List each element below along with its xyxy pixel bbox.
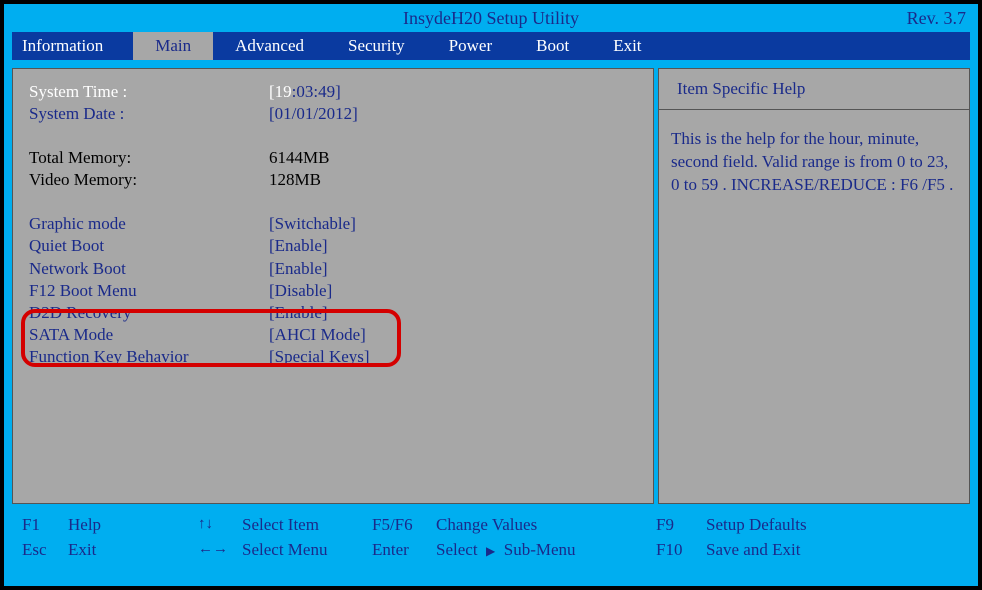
system-time-label: System Time :	[29, 81, 269, 103]
d2d-recovery-value[interactable]: [Enable]	[269, 302, 328, 324]
hint-save-exit: Save and Exit	[706, 540, 800, 560]
tab-security[interactable]: Security	[326, 32, 427, 60]
hint-change-values: Change Values	[436, 515, 656, 535]
title-bar: InsydeH20 Setup Utility Rev. 3.7	[4, 4, 978, 32]
hint-setup-defaults: Setup Defaults	[706, 515, 807, 535]
hint-exit: Exit	[68, 540, 198, 560]
network-boot-value[interactable]: [Enable]	[269, 258, 328, 280]
hint-help: Help	[68, 515, 198, 535]
tab-power[interactable]: Power	[427, 32, 514, 60]
triangle-right-icon: ▶	[486, 544, 495, 558]
f12-boot-menu-label: F12 Boot Menu	[29, 280, 269, 302]
tab-advanced[interactable]: Advanced	[213, 32, 326, 60]
system-time-value[interactable]: [19:03:49]	[269, 81, 341, 103]
updown-arrows-icon: ↑↓	[198, 516, 242, 533]
menu-bar: Information Main Advanced Security Power…	[12, 32, 970, 60]
hint-select-item: Select Item	[242, 515, 372, 535]
graphic-mode-label: Graphic mode	[29, 213, 269, 235]
settings-panel: System Time : [19:03:49] System Date : […	[12, 68, 654, 504]
system-date-value[interactable]: [01/01/2012]	[269, 103, 358, 125]
sata-mode-label: SATA Mode	[29, 324, 269, 346]
function-key-behavior-label: Function Key Behavior	[29, 346, 269, 368]
hint-key-f1: F1	[12, 515, 68, 535]
hint-key-f9: F9	[656, 515, 706, 535]
hint-select-menu: Select Menu	[242, 540, 372, 560]
sata-mode-value[interactable]: [AHCI Mode]	[269, 324, 366, 346]
help-title: Item Specific Help	[658, 68, 970, 110]
hint-key-f5f6: F5/F6	[372, 515, 436, 535]
tab-boot[interactable]: Boot	[514, 32, 591, 60]
f12-boot-menu-value[interactable]: [Disable]	[269, 280, 332, 302]
video-memory-value: 128MB	[269, 169, 321, 191]
hint-key-f10: F10	[656, 540, 706, 560]
network-boot-label: Network Boot	[29, 258, 269, 280]
leftright-arrows-icon: ←→	[198, 541, 242, 558]
revision-label: Rev. 3.7	[907, 8, 966, 29]
footer-hints: F1 Help ↑↓ Select Item F5/F6 Change Valu…	[12, 512, 970, 562]
tab-main[interactable]: Main	[133, 32, 213, 60]
hint-key-esc: Esc	[12, 540, 68, 560]
total-memory-label: Total Memory:	[29, 147, 269, 169]
help-body: This is the help for the hour, minute, s…	[658, 110, 970, 504]
tab-information[interactable]: Information	[12, 32, 133, 60]
quiet-boot-label: Quiet Boot	[29, 235, 269, 257]
tab-exit[interactable]: Exit	[591, 32, 663, 60]
video-memory-label: Video Memory:	[29, 169, 269, 191]
quiet-boot-value[interactable]: [Enable]	[269, 235, 328, 257]
system-date-label: System Date :	[29, 103, 269, 125]
total-memory-value: 6144MB	[269, 147, 329, 169]
d2d-recovery-label: D2D Recovery	[29, 302, 269, 324]
hint-select-submenu: Select ▶ Sub-Menu	[436, 540, 656, 560]
graphic-mode-value[interactable]: [Switchable]	[269, 213, 356, 235]
app-title: InsydeH20 Setup Utility	[4, 8, 978, 29]
function-key-behavior-value[interactable]: [Special Keys]	[269, 346, 370, 368]
hint-key-enter: Enter	[372, 540, 436, 560]
